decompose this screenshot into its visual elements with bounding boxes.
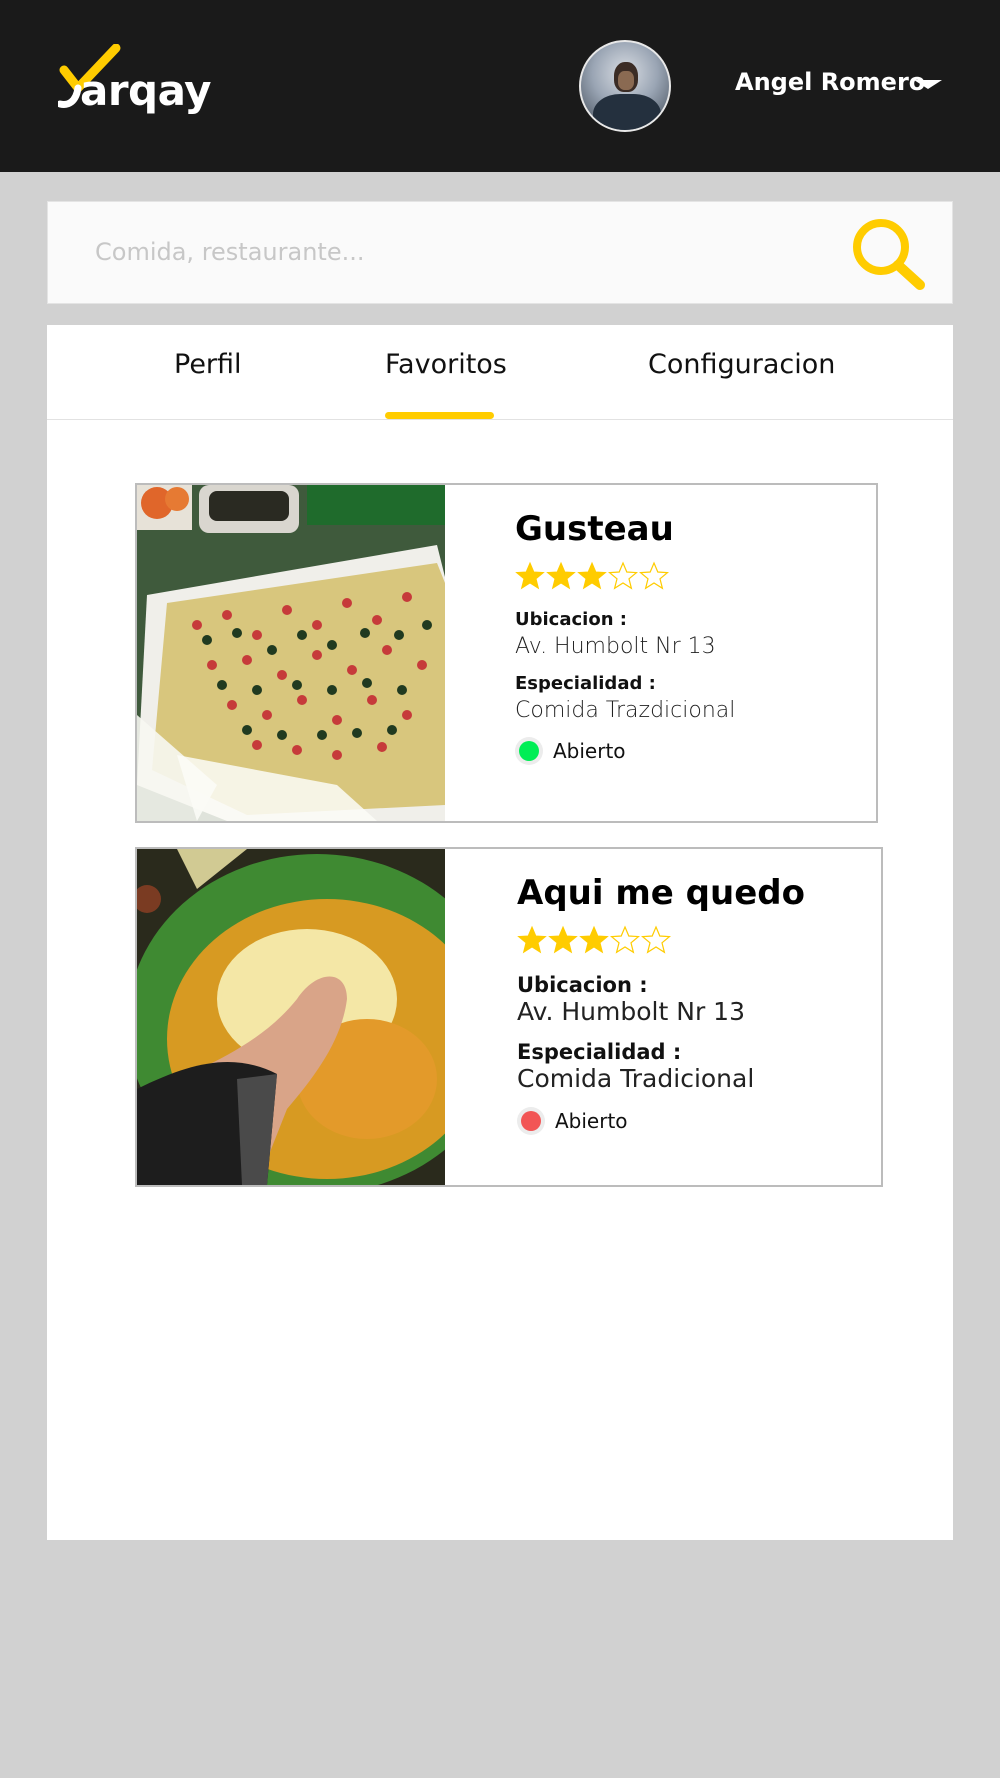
logo-text: arqay (80, 66, 212, 115)
chevron-down-icon[interactable] (914, 80, 942, 89)
restaurant-photo (137, 485, 445, 821)
star-empty-icon (641, 925, 671, 954)
status-dot-ring (517, 1107, 545, 1135)
search-icon[interactable] (848, 216, 928, 292)
location-label: Ubicacion : (517, 973, 648, 997)
restaurant-photo (137, 849, 445, 1185)
food-bowl-image (137, 849, 445, 1185)
user-avatar[interactable] (579, 40, 671, 132)
status-text: Abierto (553, 739, 626, 763)
specialty-value: Comida Tradicional (517, 1064, 755, 1093)
status-text: Abierto (555, 1109, 628, 1133)
main-panel: Perfil Favoritos Configuracion Gusteau U… (47, 325, 953, 1540)
rating-stars (515, 561, 865, 595)
restaurant-info: Aqui me quedo Ubicacion : Av. Humbolt Nr… (517, 873, 867, 1135)
restaurant-info: Gusteau Ubicacion : Av. Humbolt Nr 13 Es… (515, 509, 865, 765)
restaurant-card[interactable]: Gusteau Ubicacion : Av. Humbolt Nr 13 Es… (135, 483, 878, 823)
active-tab-indicator (385, 412, 494, 419)
star-filled-icon (515, 561, 545, 590)
star-empty-icon (639, 561, 669, 590)
tab-bar: Perfil Favoritos Configuracion (47, 325, 953, 420)
star-empty-icon (610, 925, 640, 954)
avatar-body (593, 94, 661, 130)
status-indicator: Abierto (515, 737, 865, 765)
search-bar (47, 201, 953, 304)
restaurant-card[interactable]: Aqui me quedo Ubicacion : Av. Humbolt Nr… (135, 847, 883, 1187)
rating-stars (517, 925, 867, 959)
star-filled-icon (517, 925, 547, 954)
tab-favoritos[interactable]: Favoritos (385, 349, 507, 380)
tab-perfil[interactable]: Perfil (174, 349, 242, 380)
restaurant-name[interactable]: Gusteau (515, 509, 865, 549)
status-dot (521, 1111, 541, 1131)
star-filled-icon (579, 925, 609, 954)
app-header: arqay Angel Romero (0, 0, 1000, 172)
status-dot (519, 741, 539, 761)
specialty-label: Especialidad : (517, 1040, 682, 1064)
app-logo[interactable]: arqay (58, 44, 212, 124)
tab-configuracion[interactable]: Configuracion (648, 349, 835, 380)
restaurant-name[interactable]: Aqui me quedo (517, 873, 867, 913)
specialty-value: Comida Trazdicional (515, 698, 736, 723)
search-input[interactable] (95, 230, 795, 274)
avatar-face (618, 71, 634, 90)
location-label: Ubicacion : (515, 609, 627, 630)
specialty-label: Especialidad : (515, 673, 656, 694)
location-value: Av. Humbolt Nr 13 (515, 634, 716, 659)
status-indicator: Abierto (517, 1107, 867, 1135)
star-filled-icon (577, 561, 607, 590)
star-filled-icon (548, 925, 578, 954)
location-value: Av. Humbolt Nr 13 (517, 997, 745, 1026)
food-tray-image (137, 485, 445, 821)
status-dot-ring (515, 737, 543, 765)
star-filled-icon (546, 561, 576, 590)
user-name[interactable]: Angel Romero (735, 68, 925, 96)
star-empty-icon (608, 561, 638, 590)
